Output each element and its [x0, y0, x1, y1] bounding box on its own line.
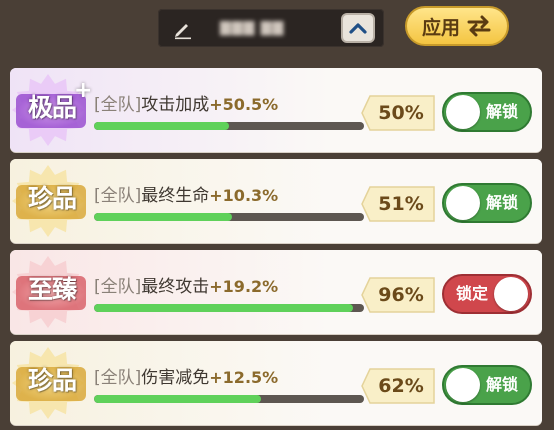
toggle-label: 锁定: [456, 284, 489, 303]
roll-progress-bar: [94, 304, 364, 312]
affix-card: 至臻 [全队]最终攻击+19.2% 96% 锁定: [10, 250, 542, 334]
toggle-knob: [494, 277, 528, 311]
toggle-knob: [446, 95, 480, 129]
roll-progress-bar: [94, 122, 364, 130]
affix-card: 极品 + [全队]攻击加成+50.5% 50% 解锁: [10, 68, 542, 152]
affix-card: 珍品 [全队]伤害减免+12.5% 62% 解锁: [10, 341, 542, 425]
roll-progress-bar: [94, 213, 364, 221]
chevron-up-icon: [349, 23, 367, 34]
top-bar: ▇▇▇ ▇▇ 应用: [0, 0, 554, 58]
rarity-badge: 珍品: [10, 159, 96, 243]
pencil-icon[interactable]: [172, 18, 194, 40]
collapse-button[interactable]: [341, 13, 375, 43]
affix-value: +12.5%: [209, 368, 279, 387]
affix-value: +10.3%: [209, 186, 279, 205]
apply-button-label: 应用: [421, 16, 460, 39]
lock-toggle-locked[interactable]: 锁定: [442, 274, 532, 314]
roll-progress-fill: [94, 395, 262, 403]
toggle-label: 解锁: [485, 375, 518, 394]
toggle-knob: [446, 368, 480, 402]
rarity-plus-mark: +: [74, 78, 93, 103]
affix-scope: [全队]: [94, 95, 142, 115]
affix-name: 伤害减免: [141, 368, 210, 388]
rarity-label: 珍品: [27, 184, 77, 213]
affix-attribute: [全队]最终生命+10.3%: [94, 181, 278, 206]
lock-toggle-unlocked[interactable]: 解锁: [442, 183, 532, 223]
preset-name-box[interactable]: ▇▇▇ ▇▇: [158, 9, 384, 47]
rarity-badge: 极品 +: [10, 68, 96, 152]
roll-percent: 50%: [378, 102, 424, 124]
affix-attribute: [全队]最终攻击+19.2%: [94, 272, 278, 297]
rarity-badge: 珍品: [10, 341, 96, 425]
rarity-badge: 至臻: [10, 250, 96, 334]
roll-progress-fill: [94, 122, 229, 130]
affix-value: +19.2%: [209, 277, 279, 296]
affix-scope: [全队]: [94, 277, 142, 297]
affix-name: 攻击加成: [141, 95, 210, 115]
affix-name: 最终生命: [141, 186, 210, 206]
affix-card: 珍品 [全队]最终生命+10.3% 51% 解锁: [10, 159, 542, 243]
affix-attribute: [全队]伤害减免+12.5%: [94, 363, 278, 388]
affix-scope: [全队]: [94, 186, 142, 206]
toggle-knob: [446, 186, 480, 220]
toggle-label: 解锁: [485, 102, 518, 121]
rarity-label: 至臻: [27, 275, 77, 304]
affix-value: +50.5%: [209, 95, 279, 114]
apply-button[interactable]: 应用: [405, 6, 509, 46]
roll-progress-fill: [94, 304, 354, 312]
preset-name-text: ▇▇▇ ▇▇: [220, 20, 285, 36]
affix-name: 最终攻击: [141, 277, 210, 297]
lock-toggle-unlocked[interactable]: 解锁: [442, 92, 532, 132]
roll-progress-bar: [94, 395, 364, 403]
roll-percent: 96%: [378, 284, 424, 306]
swap-arrows-icon: [467, 15, 491, 37]
lock-toggle-unlocked[interactable]: 解锁: [442, 365, 532, 405]
roll-progress-fill: [94, 213, 232, 221]
affix-scope: [全队]: [94, 368, 142, 388]
toggle-label: 解锁: [485, 193, 518, 212]
roll-percent: 51%: [378, 193, 424, 215]
affix-attribute: [全队]攻击加成+50.5%: [94, 90, 278, 115]
roll-percent: 62%: [378, 375, 424, 397]
rarity-label: 珍品: [27, 366, 77, 395]
